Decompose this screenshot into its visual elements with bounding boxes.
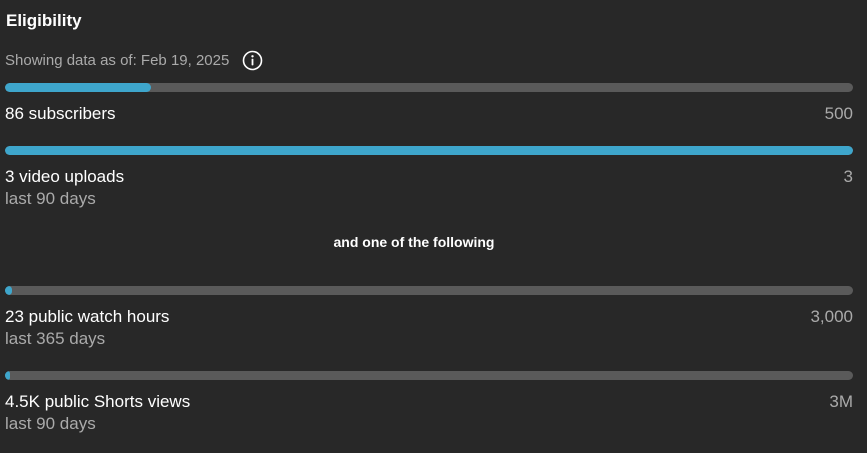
shorts-views-progress-fill — [5, 371, 11, 380]
info-icon[interactable] — [242, 50, 263, 71]
uploads-target: 3 — [843, 167, 853, 186]
shorts-views-label: 4.5K public Shorts views — [5, 392, 191, 411]
subscribers-progress-bar — [5, 83, 853, 92]
shorts-views-target: 3M — [829, 392, 853, 411]
watch-hours-period: last 365 days — [5, 329, 106, 348]
watch-hours-target: 3,000 — [810, 307, 853, 326]
watch-hours-progress-fill — [5, 286, 12, 295]
subscribers-progress-fill — [5, 83, 151, 92]
uploads-progress-bar — [5, 146, 853, 155]
watch-hours-label: 23 public watch hours — [5, 307, 170, 326]
page-title: Eligibility — [6, 11, 82, 30]
watch-hours-progress-bar — [5, 286, 853, 295]
shorts-views-progress-bar — [5, 371, 853, 380]
and-one-of-following-text: and one of the following — [333, 234, 495, 250]
data-as-of-row: Showing data as of: Feb 19, 2025 — [5, 50, 263, 70]
uploads-label: 3 video uploads — [5, 167, 125, 186]
uploads-progress-fill — [5, 146, 853, 155]
subscribers-label: 86 subscribers — [5, 104, 116, 123]
subscribers-target: 500 — [824, 104, 853, 123]
data-as-of-text: Showing data as of: Feb 19, 2025 — [5, 51, 230, 69]
uploads-period: last 90 days — [5, 189, 96, 208]
shorts-views-period: last 90 days — [5, 414, 96, 433]
